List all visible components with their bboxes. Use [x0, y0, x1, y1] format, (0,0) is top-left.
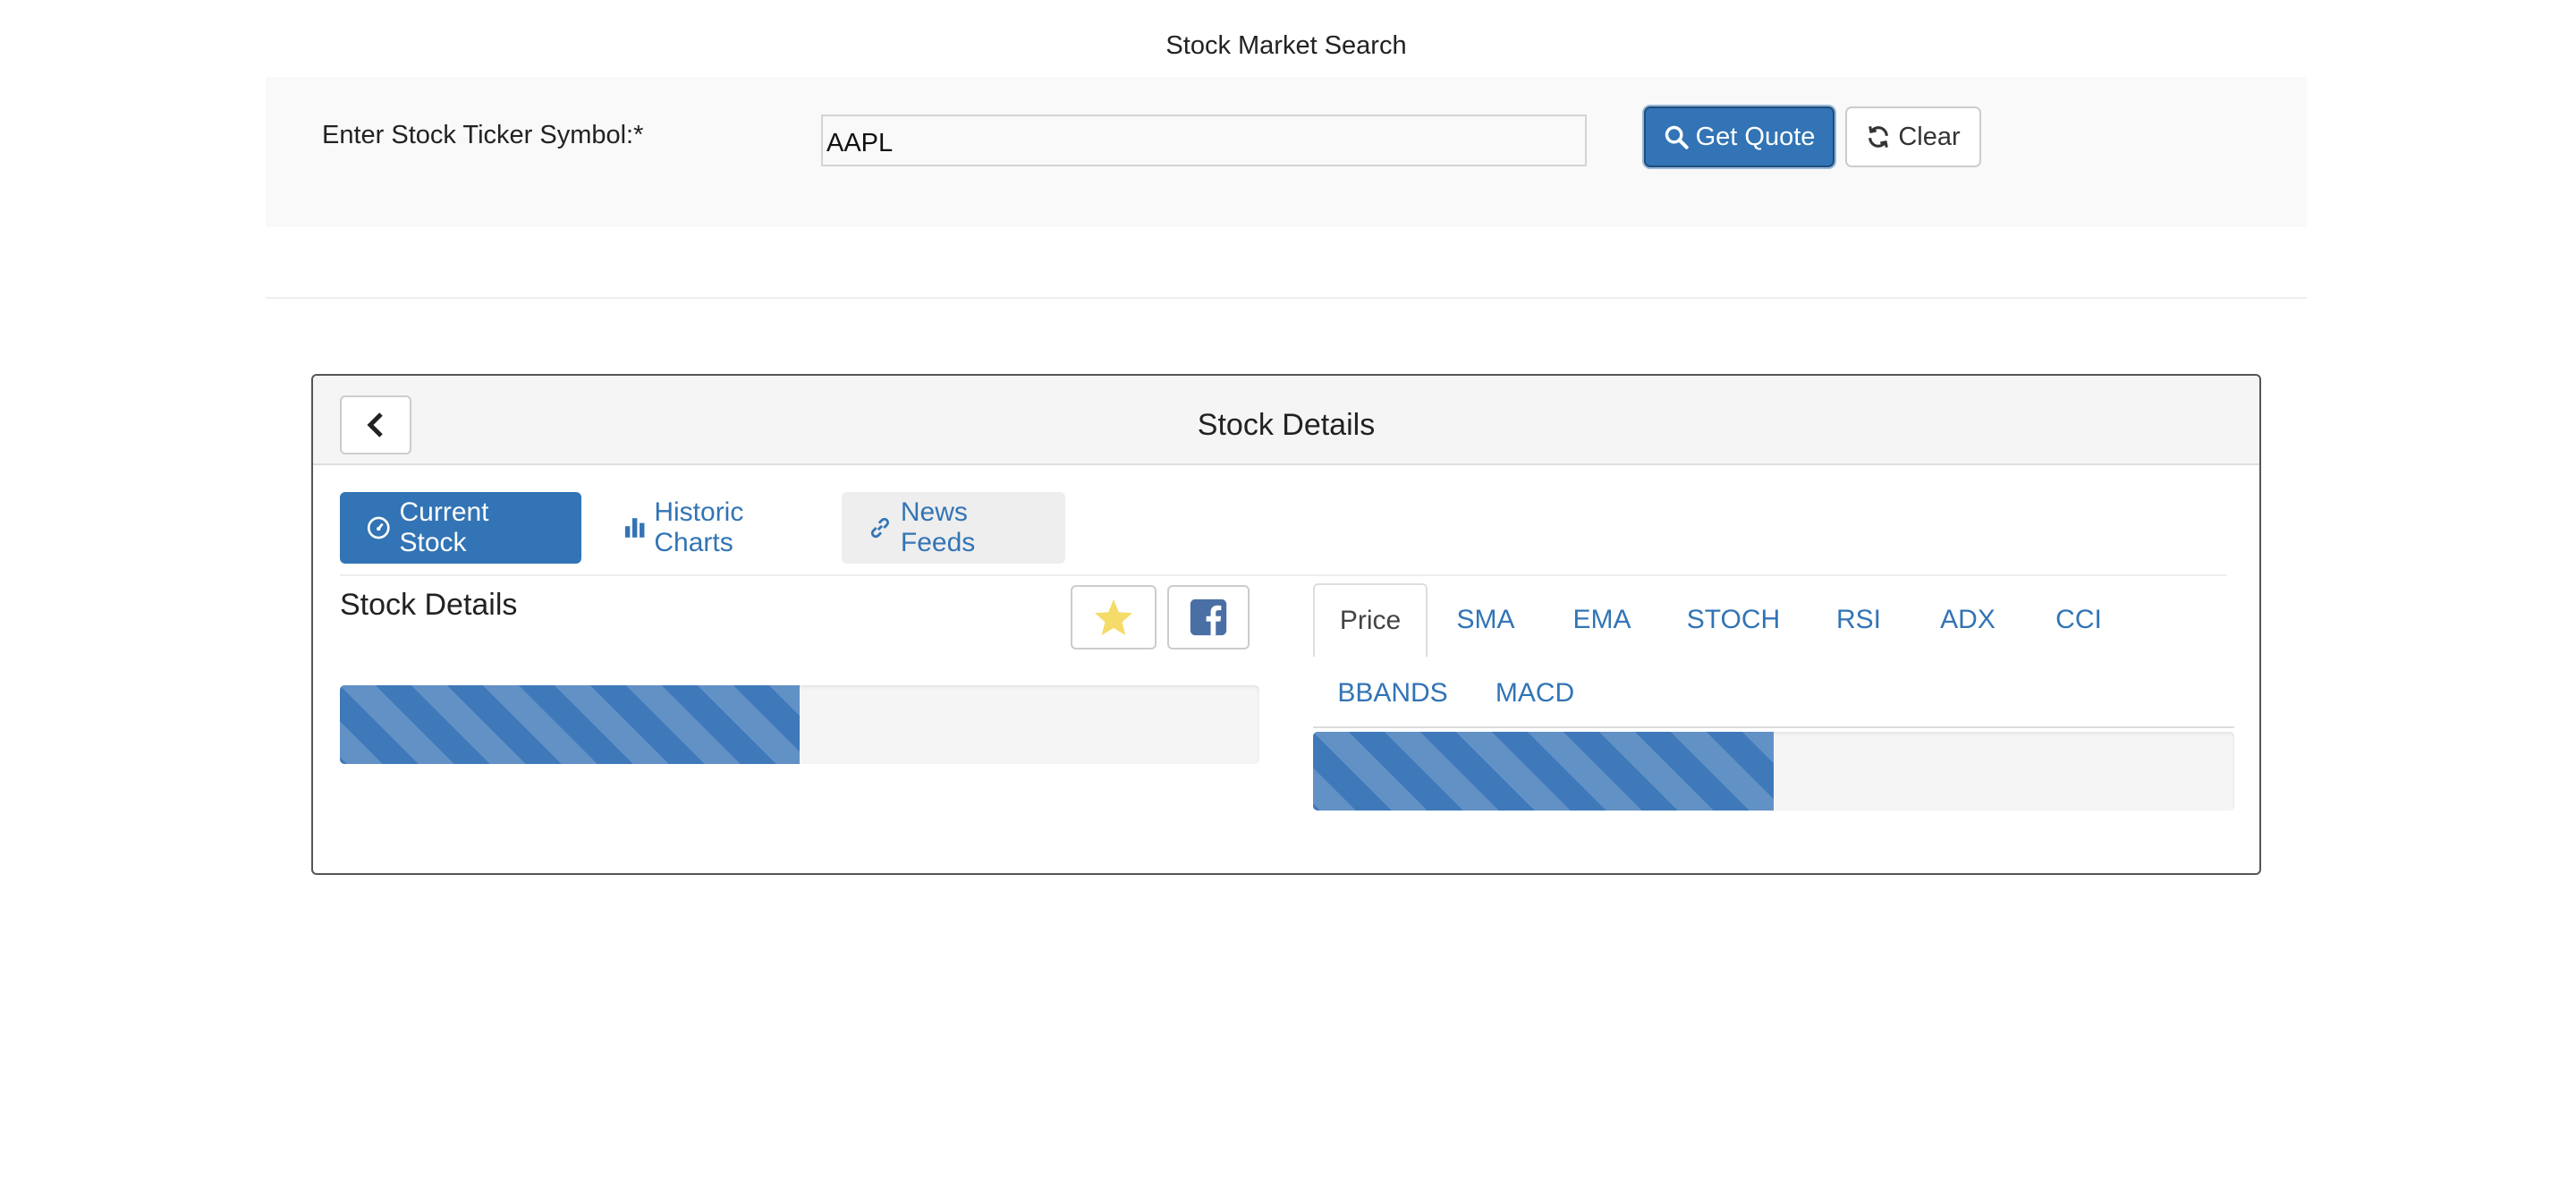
panel-header: Stock Details: [313, 376, 2259, 465]
star-icon: [1094, 598, 1133, 636]
tab-current-stock-label: Current Stock: [399, 497, 489, 557]
search-panel: Enter Stock Ticker Symbol:* Get Quote Cl…: [266, 77, 2307, 227]
tab-news-feeds-label: News Feeds: [900, 497, 976, 557]
tab-bbands[interactable]: BBANDS: [1313, 657, 1472, 730]
gauge-icon: [367, 516, 390, 539]
ticker-input[interactable]: [821, 115, 1587, 166]
ticker-label: Enter Stock Ticker Symbol:*: [322, 121, 644, 149]
stock-details-panel: Stock Details Current Stock Historic Cha…: [311, 374, 2261, 875]
search-icon: [1665, 125, 1689, 149]
stock-details-progress-bar: [340, 685, 800, 764]
link-icon: [870, 517, 889, 539]
clear-label: Clear: [1898, 122, 1961, 151]
tab-adx[interactable]: ADX: [1911, 583, 2025, 657]
favorite-button[interactable]: [1071, 585, 1157, 649]
tab-news-feeds[interactable]: News Feeds: [842, 492, 1065, 564]
tab-stoch[interactable]: STOCH: [1660, 583, 1807, 657]
bar-chart-icon: [624, 518, 645, 538]
refresh-icon: [1868, 126, 1889, 148]
tab-historic-charts-label: Historic Charts: [654, 497, 744, 557]
tabs-divider: [340, 574, 2227, 576]
tab-price[interactable]: Price: [1313, 583, 1428, 657]
divider: [266, 297, 2307, 299]
facebook-share-button[interactable]: [1167, 585, 1250, 649]
tab-historic-charts[interactable]: Historic Charts: [597, 492, 839, 564]
tab-current-stock[interactable]: Current Stock: [340, 492, 581, 564]
stock-details-progress: [340, 685, 1259, 764]
tab-macd[interactable]: MACD: [1472, 657, 1597, 730]
tab-sma[interactable]: SMA: [1428, 583, 1544, 657]
clear-button[interactable]: Clear: [1845, 106, 1981, 167]
get-quote-label: Get Quote: [1695, 122, 1816, 151]
chart-progress-bar: [1313, 732, 1774, 811]
tab-ema[interactable]: EMA: [1544, 583, 1660, 657]
tab-rsi[interactable]: RSI: [1807, 583, 1911, 657]
chart-progress: [1313, 732, 2234, 811]
panel-title: Stock Details: [1197, 408, 1376, 442]
indicator-tabs-line: [1313, 726, 2234, 728]
page-title: Stock Market Search: [1165, 31, 1407, 60]
tab-cci[interactable]: CCI: [2025, 583, 2132, 657]
section-heading: Stock Details: [340, 588, 518, 622]
get-quote-button[interactable]: Get Quote: [1644, 106, 1835, 167]
facebook-icon: [1190, 598, 1227, 636]
